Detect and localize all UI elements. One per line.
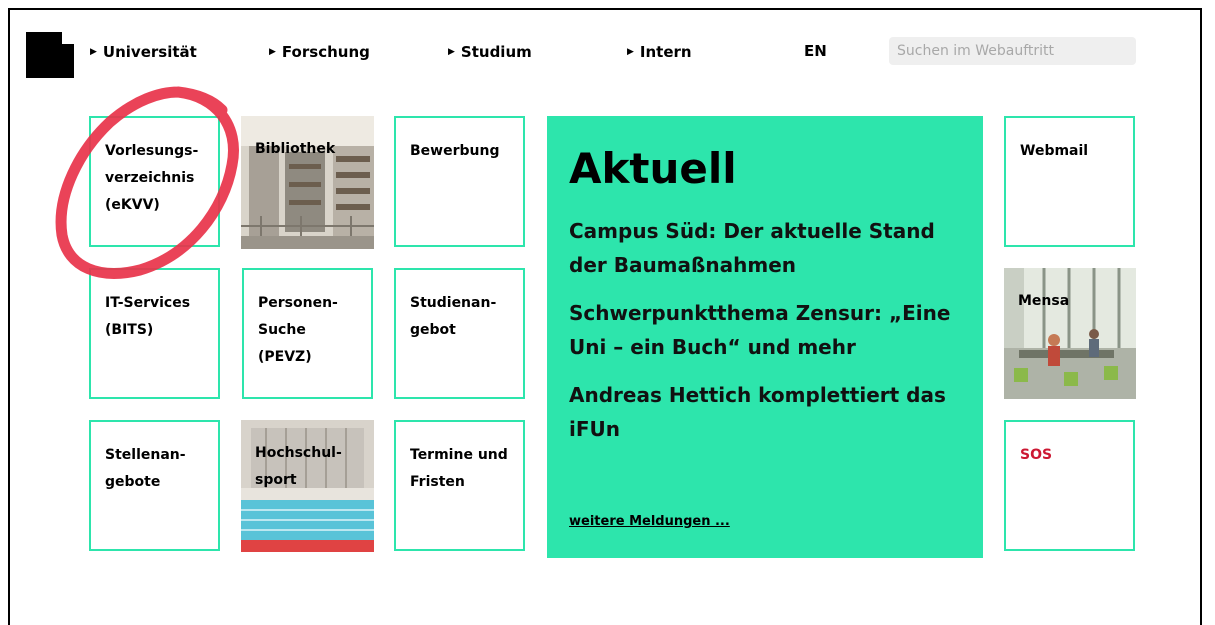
- tile-personensuche[interactable]: Personen- Suche (PEVZ): [242, 268, 373, 399]
- tile-mensa[interactable]: Mensa: [1004, 268, 1136, 399]
- tile-hochschulsport[interactable]: Hochschul- sport: [241, 420, 374, 552]
- tile-stellenangebote[interactable]: Stellenan- gebote: [89, 420, 220, 551]
- tile-vorlesungsverzeichnis[interactable]: Vorlesungs- verzeichnis (eKVV): [89, 116, 220, 247]
- nav-intern[interactable]: ▶ Intern: [627, 42, 692, 62]
- caret-right-icon: ▶: [448, 47, 455, 57]
- tile-bibliothek[interactable]: Bibliothek: [241, 116, 374, 249]
- nav-label: Intern: [639, 43, 692, 61]
- tile-label: Webmail: [1020, 143, 1089, 159]
- nav-studium[interactable]: ▶ Studium: [448, 42, 532, 62]
- tile-label: SOS: [1020, 447, 1053, 463]
- caret-right-icon: ▶: [269, 47, 276, 57]
- tile-label: IT-Services (BITS): [105, 295, 191, 338]
- tile-label: Vorlesungs- verzeichnis (eKVV): [105, 143, 199, 213]
- search-input[interactable]: [889, 37, 1136, 65]
- language-switch-en[interactable]: EN: [804, 42, 827, 60]
- university-logo[interactable]: [26, 32, 74, 78]
- tile-it-services[interactable]: IT-Services (BITS): [89, 268, 220, 399]
- tile-label: Hochschul- sport: [255, 445, 342, 488]
- tile-label: Bibliothek: [255, 141, 336, 157]
- tile-bewerbung[interactable]: Bewerbung: [394, 116, 525, 247]
- tile-label: Studienan- gebot: [410, 295, 497, 338]
- nav-universitaet[interactable]: ▶ Universität: [90, 42, 197, 62]
- tile-termine-fristen[interactable]: Termine und Fristen: [394, 420, 525, 551]
- nav-label: Forschung: [281, 43, 370, 61]
- nav-label: Studium: [460, 43, 532, 61]
- news-title: Aktuell: [569, 144, 737, 193]
- tile-webmail[interactable]: Webmail: [1004, 116, 1135, 247]
- tile-sos[interactable]: SOS: [1004, 420, 1135, 551]
- news-item-ifun[interactable]: Andreas Hettich komplettiert das iFUn: [569, 378, 961, 446]
- tile-label: Termine und Fristen: [410, 447, 508, 490]
- tile-label: Bewerbung: [410, 143, 500, 159]
- tile-label: Personen- Suche (PEVZ): [258, 295, 338, 365]
- nav-forschung[interactable]: ▶ Forschung: [269, 42, 370, 62]
- news-panel: Aktuell Campus Süd: Der aktuelle Stand d…: [547, 116, 983, 558]
- caret-right-icon: ▶: [90, 47, 97, 57]
- news-item-campus-sued[interactable]: Campus Süd: Der aktuelle Stand der Bauma…: [569, 214, 961, 282]
- caret-right-icon: ▶: [627, 47, 634, 57]
- more-news-link[interactable]: weitere Meldungen ...: [569, 514, 730, 529]
- tile-label: Mensa: [1018, 293, 1070, 309]
- nav-label: Universität: [102, 43, 197, 61]
- tile-label: Stellenan- gebote: [105, 447, 186, 490]
- news-item-zensur[interactable]: Schwerpunktthema Zensur: „Eine Uni – ein…: [569, 296, 961, 364]
- tile-studienangebot[interactable]: Studienan- gebot: [394, 268, 525, 399]
